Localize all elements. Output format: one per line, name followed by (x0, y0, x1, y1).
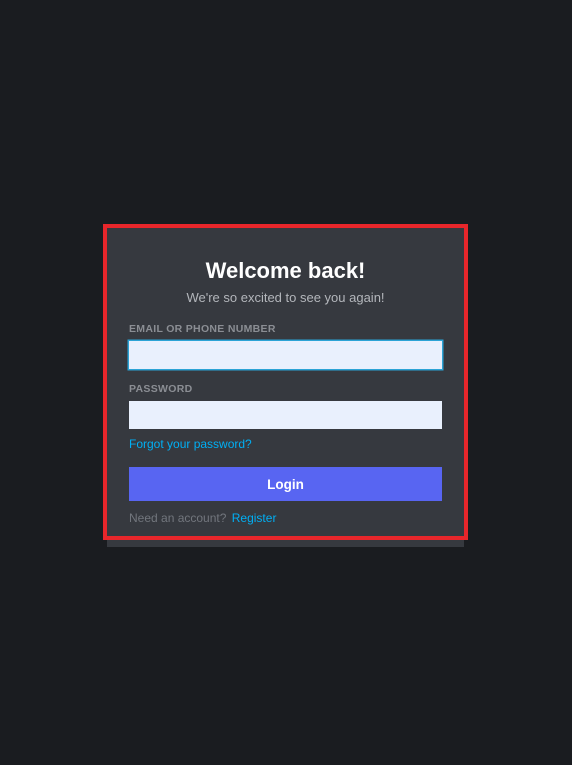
email-label: EMAIL OR PHONE NUMBER (129, 323, 442, 335)
password-input[interactable] (129, 401, 442, 429)
password-label: PASSWORD (129, 383, 442, 395)
welcome-title: Welcome back! (129, 258, 442, 284)
email-input[interactable] (129, 341, 442, 369)
register-row: Need an account? Register (129, 511, 442, 525)
forgot-password-link[interactable]: Forgot your password? (129, 437, 252, 451)
login-button[interactable]: Login (129, 467, 442, 501)
register-link[interactable]: Register (232, 511, 277, 525)
login-container: Welcome back! We're so excited to see yo… (107, 228, 464, 536)
login-panel: Welcome back! We're so excited to see yo… (107, 228, 464, 547)
need-account-text: Need an account? (129, 511, 226, 525)
welcome-subtitle: We're so excited to see you again! (129, 290, 442, 305)
password-field-group: PASSWORD (129, 383, 442, 429)
email-field-group: EMAIL OR PHONE NUMBER (129, 323, 442, 369)
